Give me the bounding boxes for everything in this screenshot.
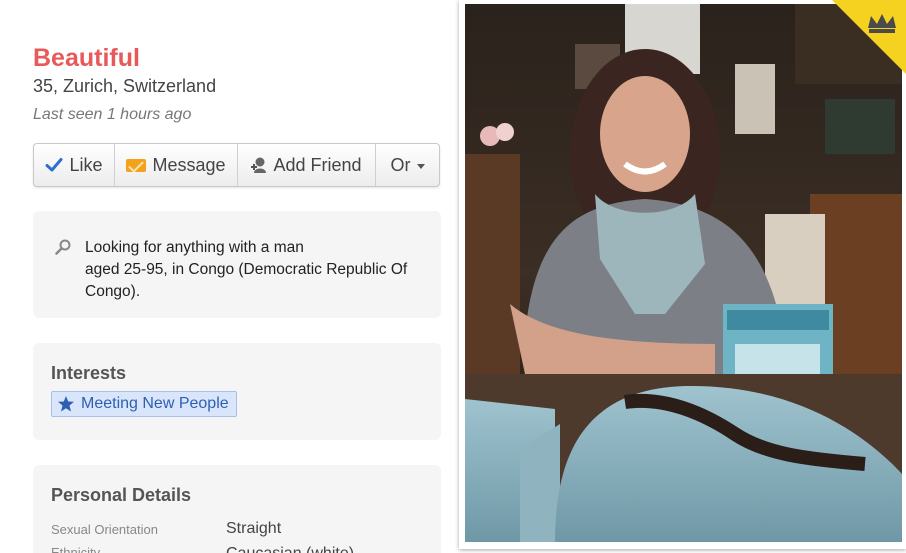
interest-tag[interactable]: Meeting New People: [51, 391, 237, 417]
star-icon: [58, 396, 74, 412]
looking-for-line1: Looking for anything with a man: [85, 239, 304, 256]
person-add-icon: [251, 157, 267, 173]
profile-actions: Like Message Add Friend Or: [33, 143, 440, 187]
personal-details-title: Personal Details: [51, 485, 192, 505]
like-button[interactable]: Like: [34, 144, 115, 186]
interests-panel: Interests Meeting New People: [33, 343, 441, 440]
detail-row: Sexual Orientation Straight: [51, 520, 431, 538]
last-seen: Last seen 1 hours ago: [33, 106, 192, 123]
detail-row: Ethnicity Caucasian (white): [51, 545, 431, 553]
search-icon: [55, 239, 71, 255]
detail-label: Ethnicity: [51, 545, 101, 553]
profile-name: Beautiful: [33, 44, 140, 72]
detail-value: Straight: [226, 520, 282, 537]
check-icon: [45, 158, 63, 172]
add-friend-button[interactable]: Add Friend: [238, 144, 376, 186]
message-button[interactable]: Message: [115, 144, 238, 186]
crown-icon: [832, 0, 906, 74]
profile-photo[interactable]: [465, 4, 902, 542]
envelope-icon: [126, 158, 147, 172]
looking-for-panel: Looking for anything with a man aged 25-…: [33, 211, 441, 318]
profile-photo-frame[interactable]: [459, 0, 906, 549]
chevron-down-icon: [416, 163, 425, 169]
like-label: Like: [69, 154, 103, 175]
message-label: Message: [152, 154, 226, 175]
interest-tag-label: Meeting New People: [81, 395, 229, 412]
interests-title: Interests: [51, 363, 127, 383]
more-options-button[interactable]: Or: [376, 144, 439, 186]
personal-details-panel: Personal Details Sexual Orientation Stra…: [33, 465, 441, 553]
profile-sidebar: Beautiful 35, Zurich, Switzerland Last s…: [33, 0, 441, 553]
detail-value: Caucasian (white): [226, 545, 354, 553]
looking-for-line2: aged 25-95, in Congo (Democratic Republi…: [85, 261, 408, 300]
detail-label: Sexual Orientation: [51, 522, 158, 537]
looking-for-text: Looking for anything with a man aged 25-…: [85, 237, 425, 303]
or-label: Or: [390, 154, 411, 175]
profile-meta: 35, Zurich, Switzerland: [33, 76, 217, 96]
add-friend-label: Add Friend: [273, 154, 362, 175]
